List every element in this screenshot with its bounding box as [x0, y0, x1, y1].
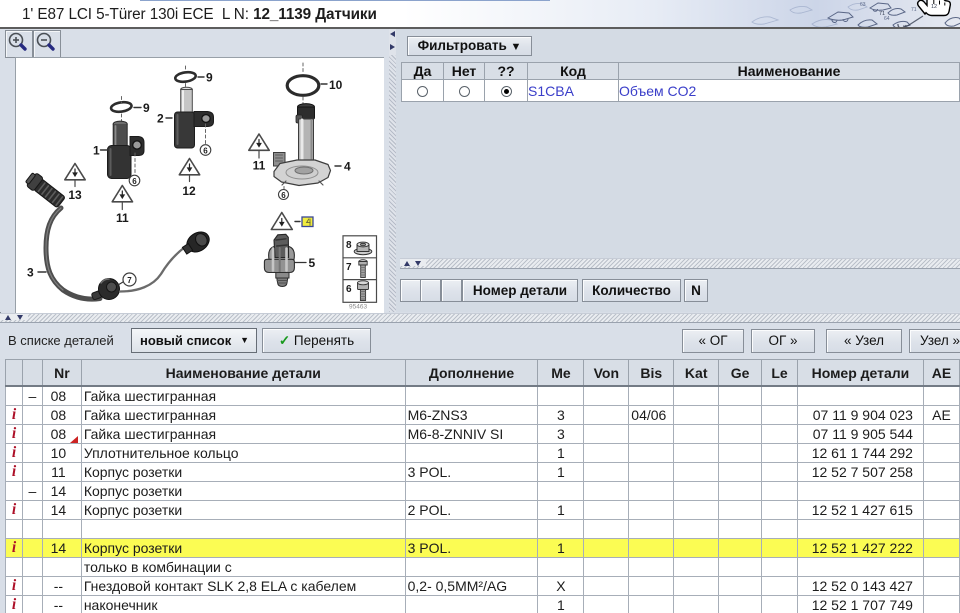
svg-text:63: 63: [860, 2, 866, 8]
svg-text:7: 7: [127, 276, 132, 285]
svg-text:11: 11: [253, 159, 266, 173]
svg-text:6: 6: [281, 191, 286, 200]
svg-text:6: 6: [203, 146, 208, 155]
svg-text:13: 13: [68, 188, 82, 202]
svg-text:12: 12: [931, 4, 937, 10]
svg-text:11: 11: [116, 211, 129, 225]
svg-text:12: 12: [182, 184, 196, 198]
svg-text:6: 6: [132, 177, 137, 186]
svg-text:71: 71: [879, 11, 885, 17]
svg-text:8: 8: [346, 240, 352, 251]
svg-text:10: 10: [329, 78, 343, 92]
svg-text:6: 6: [346, 284, 352, 295]
svg-text:3: 3: [27, 266, 34, 280]
svg-text:4: 4: [344, 160, 351, 174]
svg-text:9: 9: [206, 71, 213, 85]
svg-text:7: 7: [346, 262, 352, 273]
svg-text:2: 2: [157, 112, 164, 126]
svg-text:71: 71: [911, 7, 917, 13]
svg-text:95463: 95463: [349, 304, 367, 311]
svg-text:9: 9: [143, 101, 150, 115]
svg-text:5: 5: [309, 256, 316, 270]
svg-text:1: 1: [93, 144, 100, 158]
